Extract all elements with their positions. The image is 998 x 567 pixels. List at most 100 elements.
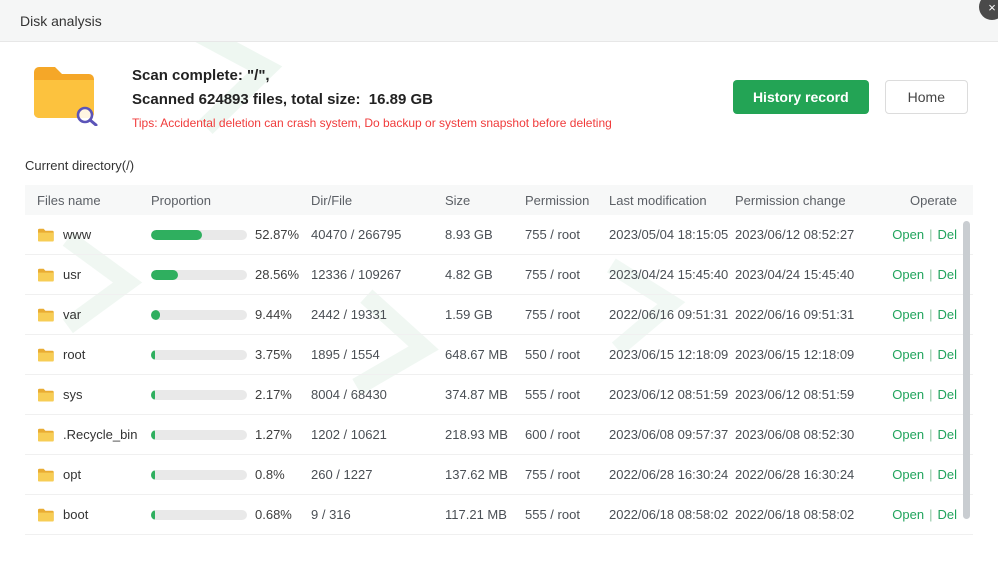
operate-separator: |: [929, 307, 932, 322]
file-name: www: [63, 227, 91, 242]
del-link[interactable]: Del: [937, 467, 957, 482]
table-row: opt 0.8% 260 / 1227 137.62 MB 755 / root…: [25, 455, 973, 495]
permission-change: 2023/06/12 08:52:27: [735, 227, 871, 242]
proportion-percent: 9.44%: [255, 307, 292, 322]
dir-file-count: 2442 / 19331: [311, 307, 445, 322]
folder-icon: [37, 508, 54, 522]
proportion-fill: [151, 310, 160, 320]
del-link[interactable]: Del: [937, 267, 957, 282]
scan-status-line2: Scanned 624893 files, total size: 16.89 …: [132, 88, 733, 112]
disk-analysis-window: Disk analysis × Scan complete: "/", Scan…: [0, 0, 998, 567]
open-link[interactable]: Open: [892, 467, 924, 482]
file-name: root: [63, 347, 85, 362]
proportion-percent: 28.56%: [255, 267, 299, 282]
size-value: 117.21 MB: [445, 507, 525, 522]
operate-separator: |: [929, 347, 932, 362]
scan-summary-header: Scan complete: "/", Scanned 624893 files…: [0, 42, 998, 130]
table-header: Files name Proportion Dir/File Size Perm…: [25, 185, 973, 215]
operate-separator: |: [929, 467, 932, 482]
column-header-size: Size: [445, 193, 525, 208]
open-link[interactable]: Open: [892, 227, 924, 242]
del-link[interactable]: Del: [937, 427, 957, 442]
del-link[interactable]: Del: [937, 507, 957, 522]
operate-separator: |: [929, 507, 932, 522]
permission-change: 2023/06/08 08:52:30: [735, 427, 871, 442]
open-link[interactable]: Open: [892, 347, 924, 362]
proportion-percent: 1.27%: [255, 427, 292, 442]
del-link[interactable]: Del: [937, 347, 957, 362]
permission-value: 555 / root: [525, 507, 609, 522]
window-title: Disk analysis: [20, 13, 102, 29]
proportion-bar: [151, 390, 247, 400]
close-icon: ×: [988, 1, 996, 14]
file-name: var: [63, 307, 81, 322]
operate-separator: |: [929, 267, 932, 282]
permission-value: 600 / root: [525, 427, 609, 442]
proportion-percent: 52.87%: [255, 227, 299, 242]
open-link[interactable]: Open: [892, 427, 924, 442]
proportion-bar: [151, 310, 247, 320]
proportion-fill: [151, 510, 155, 520]
column-header-permission: Permission: [525, 193, 609, 208]
permission-change: 2023/06/15 12:18:09: [735, 347, 871, 362]
table-row: .Recycle_bin 1.27% 1202 / 10621 218.93 M…: [25, 415, 973, 455]
column-header-dir-file: Dir/File: [311, 193, 445, 208]
size-value: 8.93 GB: [445, 227, 525, 242]
permission-change: 2022/06/18 08:58:02: [735, 507, 871, 522]
proportion-bar: [151, 230, 247, 240]
table-body: www 52.87% 40470 / 266795 8.93 GB 755 / …: [25, 215, 973, 535]
table-scrollbar[interactable]: [963, 221, 970, 531]
file-name: boot: [63, 507, 88, 522]
proportion-fill: [151, 230, 202, 240]
tips-text: Tips: Accidental deletion can crash syst…: [132, 116, 733, 130]
size-value: 1.59 GB: [445, 307, 525, 322]
scan-status-line1: Scan complete: "/",: [132, 64, 733, 88]
proportion-bar: [151, 510, 247, 520]
operate-separator: |: [929, 387, 932, 402]
open-link[interactable]: Open: [892, 267, 924, 282]
permission-change: 2023/06/12 08:51:59: [735, 387, 871, 402]
last-modification: 2023/05/04 18:15:05: [609, 227, 735, 242]
column-header-permission-change: Permission change: [735, 193, 871, 208]
scan-info: Scan complete: "/", Scanned 624893 files…: [132, 62, 733, 130]
dir-file-count: 260 / 1227: [311, 467, 445, 482]
last-modification: 2022/06/28 16:30:24: [609, 467, 735, 482]
folder-icon: [37, 308, 54, 322]
table-row: var 9.44% 2442 / 19331 1.59 GB 755 / roo…: [25, 295, 973, 335]
permission-value: 755 / root: [525, 267, 609, 282]
proportion-percent: 2.17%: [255, 387, 292, 402]
table-row: boot 0.68% 9 / 316 117.21 MB 555 / root …: [25, 495, 973, 535]
dir-file-count: 12336 / 109267: [311, 267, 445, 282]
file-name: opt: [63, 467, 81, 482]
last-modification: 2023/06/08 09:57:37: [609, 427, 735, 442]
dir-file-count: 1895 / 1554: [311, 347, 445, 362]
size-value: 137.62 MB: [445, 467, 525, 482]
folder-icon: [37, 348, 54, 362]
scrollbar-thumb[interactable]: [963, 221, 970, 519]
del-link[interactable]: Del: [937, 387, 957, 402]
proportion-bar: [151, 470, 247, 480]
size-value: 218.93 MB: [445, 427, 525, 442]
open-link[interactable]: Open: [892, 387, 924, 402]
proportion-fill: [151, 470, 155, 480]
del-link[interactable]: Del: [937, 227, 957, 242]
proportion-bar: [151, 430, 247, 440]
permission-value: 755 / root: [525, 227, 609, 242]
table-row: www 52.87% 40470 / 266795 8.93 GB 755 / …: [25, 215, 973, 255]
permission-change: 2022/06/16 09:51:31: [735, 307, 871, 322]
home-button[interactable]: Home: [885, 80, 968, 114]
open-link[interactable]: Open: [892, 307, 924, 322]
folder-icon: [37, 268, 54, 282]
column-header-proportion: Proportion: [151, 193, 311, 208]
files-table: Files name Proportion Dir/File Size Perm…: [25, 185, 973, 535]
table-row: sys 2.17% 8004 / 68430 374.87 MB 555 / r…: [25, 375, 973, 415]
dir-file-count: 8004 / 68430: [311, 387, 445, 402]
proportion-bar: [151, 270, 247, 280]
proportion-percent: 0.68%: [255, 507, 292, 522]
last-modification: 2023/06/15 12:18:09: [609, 347, 735, 362]
open-link[interactable]: Open: [892, 507, 924, 522]
history-record-button[interactable]: History record: [733, 80, 869, 114]
operate-separator: |: [929, 227, 932, 242]
del-link[interactable]: Del: [937, 307, 957, 322]
folder-icon: [37, 388, 54, 402]
